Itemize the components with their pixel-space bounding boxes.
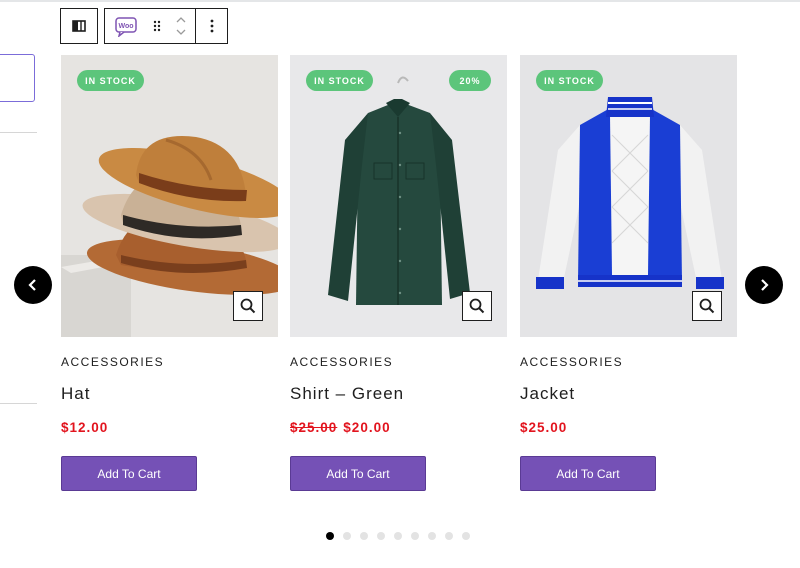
pagination-dot[interactable] (343, 532, 351, 540)
sale-badge: 20% (449, 70, 491, 91)
chevron-right-icon (761, 279, 769, 291)
carousel-pagination (326, 532, 470, 540)
product-image[interactable]: IN STOCK 20% (290, 55, 507, 337)
product-image[interactable]: IN STOCK (520, 55, 737, 337)
product-title[interactable]: Hat (61, 384, 90, 404)
quick-view-button[interactable] (233, 291, 263, 321)
pagination-dot[interactable] (411, 532, 419, 540)
woo-icon: Woo (115, 17, 137, 37)
drag-handle-icon (153, 20, 161, 32)
product-price-current: $25.00 (520, 420, 568, 435)
search-icon (240, 298, 256, 314)
pagination-dot[interactable] (462, 532, 470, 540)
product-card: IN STOCK ACCESSORIES Hat $12.00 Add To C… (61, 55, 278, 491)
quick-view-button[interactable] (462, 291, 492, 321)
product-category[interactable]: ACCESSORIES (61, 355, 164, 369)
stock-badge: IN STOCK (306, 70, 373, 91)
add-to-cart-button[interactable]: Add To Cart (61, 456, 197, 491)
chevron-up-icon[interactable] (176, 17, 186, 23)
carousel-prev-button[interactable] (14, 266, 52, 304)
stock-badge: IN STOCK (77, 70, 144, 91)
search-icon (699, 298, 715, 314)
add-to-cart-button[interactable]: Add To Cart (290, 456, 426, 491)
product-card: IN STOCK 20% ACCESSORIES Shirt – Green $… (290, 55, 507, 491)
sidebar-divider (0, 132, 37, 133)
chevron-left-icon (28, 279, 36, 291)
product-price: $25.00 $20.00 (290, 420, 391, 435)
layout-toggle-button[interactable] (60, 8, 98, 44)
columns-icon (72, 20, 86, 32)
svg-text:Woo: Woo (118, 23, 133, 30)
more-vertical-icon (210, 19, 213, 33)
block-type-button[interactable]: Woo (105, 15, 147, 37)
stock-badge: IN STOCK (536, 70, 603, 91)
sidebar-input-box[interactable] (0, 54, 35, 102)
product-category[interactable]: ACCESSORIES (290, 355, 393, 369)
pagination-dot[interactable] (394, 532, 402, 540)
block-movers (167, 17, 195, 35)
drag-handle[interactable] (147, 20, 167, 32)
pagination-dot[interactable] (326, 532, 334, 540)
pagination-dot[interactable] (445, 532, 453, 540)
pagination-dot[interactable] (360, 532, 368, 540)
add-to-cart-button[interactable]: Add To Cart (520, 456, 656, 491)
more-options-button[interactable] (196, 19, 227, 33)
product-image[interactable]: IN STOCK (61, 55, 278, 337)
editor-top-border (0, 0, 800, 2)
product-card: IN STOCK ACCESSORIES Jacket $25.00 Add T… (520, 55, 737, 491)
chevron-down-icon[interactable] (176, 29, 186, 35)
product-title[interactable]: Shirt – Green (290, 384, 404, 404)
product-price: $25.00 (520, 420, 567, 435)
block-toolbar: Woo (104, 8, 228, 44)
quick-view-button[interactable] (692, 291, 722, 321)
product-title[interactable]: Jacket (520, 384, 575, 404)
sidebar-divider (0, 403, 37, 404)
product-price-current: $20.00 (343, 420, 391, 435)
search-icon (469, 298, 485, 314)
product-price: $12.00 (61, 420, 108, 435)
carousel-next-button[interactable] (745, 266, 783, 304)
product-category[interactable]: ACCESSORIES (520, 355, 623, 369)
product-price-current: $12.00 (61, 420, 109, 435)
product-price-old: $25.00 (290, 420, 338, 435)
pagination-dot[interactable] (377, 532, 385, 540)
pagination-dot[interactable] (428, 532, 436, 540)
